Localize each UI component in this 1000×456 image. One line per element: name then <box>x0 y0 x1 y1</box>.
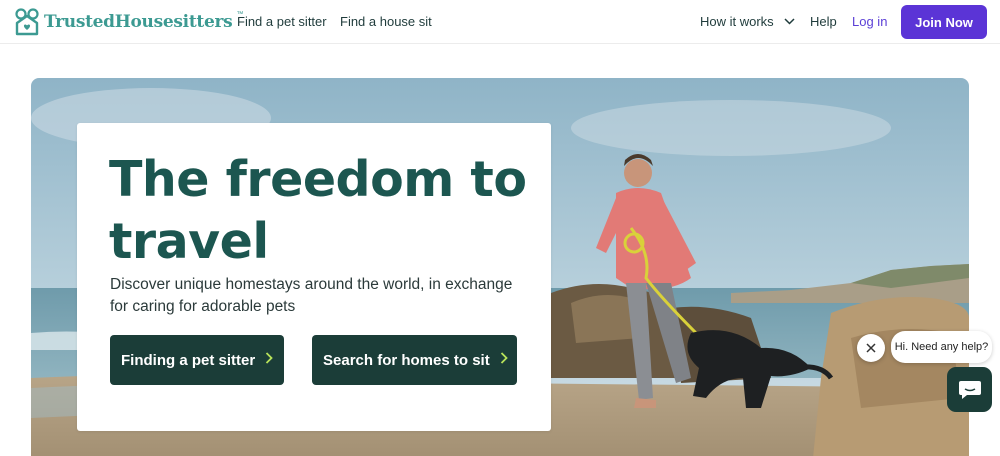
nav-find-pet-sitter[interactable]: Find a pet sitter <box>237 14 327 29</box>
chat-greeting-bubble[interactable]: Hi. Need any help? <box>891 331 992 363</box>
hero-subtext: Discover unique homestays around the wor… <box>110 276 513 315</box>
logo-house-icon <box>15 8 39 36</box>
chat-icon <box>958 380 981 399</box>
chevron-down-icon <box>784 18 795 25</box>
hero-headline: The freedom to travel <box>109 151 527 270</box>
find-pet-sitter-label: Finding a pet sitter <box>121 351 256 369</box>
nav-find-house-sit[interactable]: Find a house sit <box>340 14 432 29</box>
chat-launcher-button[interactable] <box>947 367 992 412</box>
chevron-right-icon <box>265 351 273 369</box>
hero-card: The freedom to travel Discover unique ho… <box>77 123 551 431</box>
nav-how-it-works-label: How it works <box>700 14 774 29</box>
join-now-button[interactable]: Join Now <box>901 5 987 39</box>
search-homes-button[interactable]: Search for homes to sit <box>312 335 517 385</box>
chevron-right-icon <box>500 351 508 369</box>
logo[interactable]: TrustedHousesitters ™ <box>14 8 243 36</box>
nav-login[interactable]: Log in <box>852 14 887 29</box>
nav-help[interactable]: Help <box>810 14 837 29</box>
top-navbar: TrustedHousesitters ™ Find a pet sitter … <box>0 0 1000 44</box>
close-icon <box>866 343 876 353</box>
find-pet-sitter-button[interactable]: Finding a pet sitter <box>110 335 284 385</box>
search-homes-label: Search for homes to sit <box>323 351 490 369</box>
nav-how-it-works[interactable]: How it works <box>700 14 795 29</box>
logo-text: TrustedHousesitters <box>44 12 233 32</box>
chat-close-button[interactable] <box>857 334 885 362</box>
